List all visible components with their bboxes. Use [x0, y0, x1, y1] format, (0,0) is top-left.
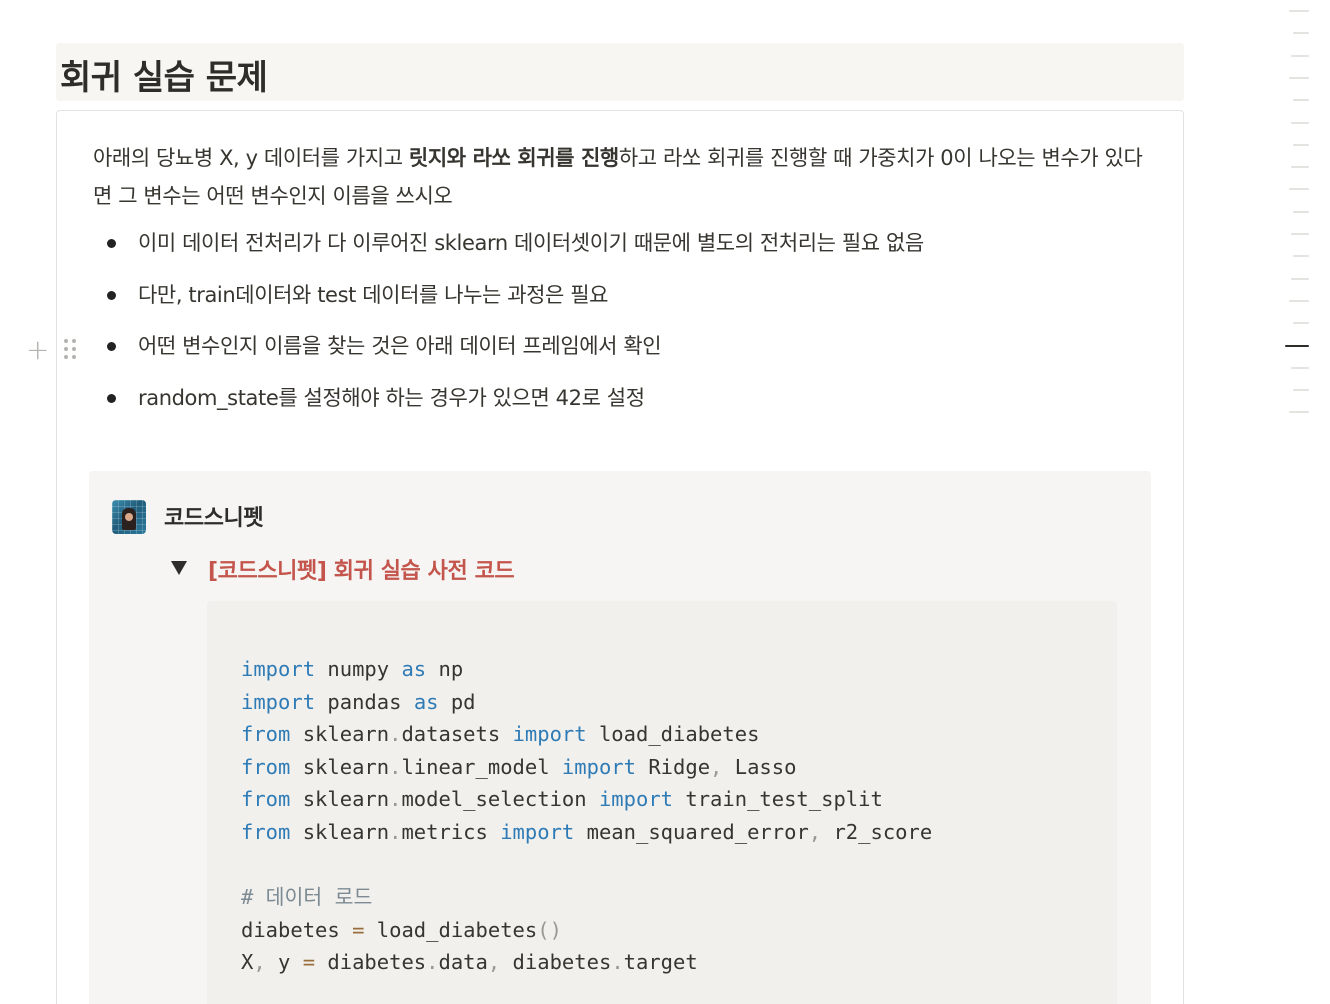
- outline-tick[interactable]: [1289, 299, 1309, 302]
- outline-tick[interactable]: [1293, 210, 1309, 213]
- codesnippet-avatar-icon[interactable]: [112, 500, 146, 534]
- intro-text-1: 아래의 당뇨병 X, y 데이터를 가지고: [93, 146, 409, 170]
- toggle-triangle-icon[interactable]: [171, 561, 187, 575]
- code-line: from sklearn.metrics import mean_squared…: [241, 819, 933, 844]
- outline-tick[interactable]: [1293, 99, 1309, 102]
- code-content[interactable]: import numpy as np import pandas as pd fro…: [241, 653, 932, 979]
- outline-minimap[interactable]: [1285, 0, 1311, 430]
- toggle-title[interactable]: [코드스니펫] 회귀 실습 사전 코드: [208, 553, 515, 585]
- outline-tick[interactable]: [1289, 10, 1309, 12]
- drag-handle-icon[interactable]: [64, 339, 78, 363]
- code-line: # 데이터 로드: [241, 885, 373, 910]
- bullet-text: 이미 데이터 전처리가 다 이루어진 sklearn 데이터셋이기 때문에 별도…: [138, 231, 924, 255]
- bullet-item[interactable]: random_state를 설정해야 하는 경우가 있으면 42로 설정: [93, 382, 1153, 434]
- outline-tick[interactable]: [1291, 54, 1309, 57]
- page-heading: 회귀 실습 문제: [60, 58, 268, 98]
- outline-tick[interactable]: [1291, 166, 1309, 169]
- content-card: 아래의 당뇨병 X, y 데이터를 가지고 릿지와 라쏘 회귀를 진행하고 라쏘…: [56, 110, 1184, 1004]
- bullet-text: 어떤 변수인지 이름을 찾는 것은 아래 데이터 프레임에서 확인: [138, 334, 662, 358]
- code-block[interactable]: import numpy as np import pandas as pd fro…: [207, 601, 1117, 1004]
- bullet-text: random_state를 설정해야 하는 경우가 있으면 42로 설정: [138, 385, 645, 410]
- intro-bold-text: 릿지와 라쏘 회귀를 진행: [408, 146, 619, 170]
- bullet-dot-icon: [107, 239, 116, 248]
- bullet-dot-icon: [107, 342, 116, 351]
- callout-title: 코드스니펫: [164, 506, 264, 531]
- block-handles: +: [26, 336, 86, 366]
- outline-tick[interactable]: [1293, 32, 1309, 35]
- outline-tick[interactable]: [1291, 121, 1309, 124]
- outline-tick[interactable]: [1293, 255, 1309, 258]
- add-block-plus-icon[interactable]: +: [26, 336, 50, 364]
- heading-block[interactable]: 회귀 실습 문제: [56, 43, 1184, 101]
- avatar-face: [125, 513, 133, 521]
- callout-block: 코드스니펫 [코드스니펫] 회귀 실습 사전 코드 import numpy a…: [89, 471, 1151, 1004]
- intro-paragraph[interactable]: 아래의 당뇨병 X, y 데이터를 가지고 릿지와 라쏘 회귀를 진행하고 라쏘…: [93, 139, 1153, 215]
- bullet-item[interactable]: 어떤 변수인지 이름을 찾는 것은 아래 데이터 프레임에서 확인: [93, 330, 1153, 382]
- bullet-item[interactable]: 다만, train데이터와 test 데이터를 나누는 과정은 필요: [93, 279, 1153, 331]
- bullet-dot-icon: [107, 290, 116, 300]
- bullet-list: 이미 데이터 전처리가 다 이루어진 sklearn 데이터셋이기 때문에 별도…: [93, 227, 1153, 433]
- outline-tick[interactable]: [1289, 188, 1309, 191]
- outline-tick[interactable]: [1291, 366, 1309, 369]
- code-line: from sklearn.datasets import load_diabet…: [241, 722, 760, 747]
- code-line: from sklearn.linear_model import Ridge, …: [241, 754, 797, 779]
- outline-tick[interactable]: [1293, 389, 1309, 392]
- notion-page: 회귀 실습 문제 아래의 당뇨병 X, y 데이터를 가지고 릿지와 라쏘 회귀…: [0, 0, 1330, 1004]
- outline-tick[interactable]: [1293, 322, 1309, 325]
- code-line: from sklearn.model_selection import trai…: [241, 787, 883, 812]
- code-line: import numpy as np: [241, 657, 464, 681]
- outline-tick[interactable]: [1285, 344, 1309, 347]
- bullet-dot-icon: [107, 393, 116, 403]
- bullet-text: 다만, train데이터와 test 데이터를 나누는 과정은 필요: [138, 282, 609, 307]
- outline-tick[interactable]: [1293, 143, 1309, 146]
- outline-tick[interactable]: [1291, 277, 1309, 280]
- bullet-item[interactable]: 이미 데이터 전처리가 다 이루어진 sklearn 데이터셋이기 때문에 별도…: [93, 227, 1153, 279]
- code-line: import pandas as pd: [241, 689, 476, 714]
- outline-tick[interactable]: [1289, 411, 1309, 414]
- outline-tick[interactable]: [1289, 76, 1309, 79]
- outline-tick[interactable]: [1291, 233, 1309, 235]
- code-line: diabetes = load_diabetes(): [241, 917, 562, 942]
- code-line: X, y = diabetes.data, diabetes.target: [241, 950, 698, 975]
